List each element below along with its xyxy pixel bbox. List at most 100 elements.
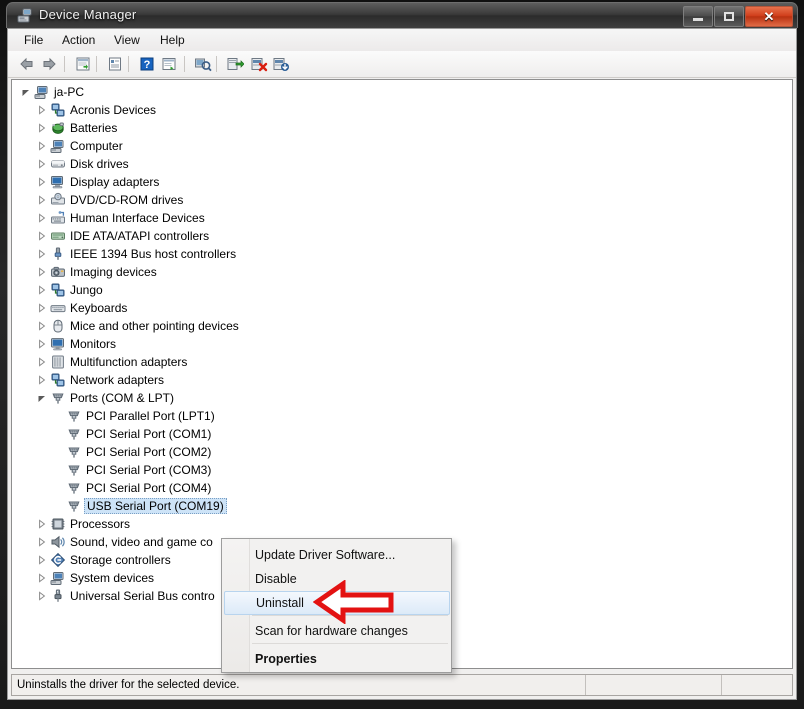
- tree-row[interactable]: Keyboards: [36, 299, 127, 317]
- menu-action[interactable]: Action: [56, 32, 101, 48]
- update-driver-button[interactable]: [158, 54, 180, 74]
- tree-row[interactable]: Storage controllers: [36, 551, 171, 569]
- mouse-icon: [50, 318, 66, 334]
- tree-row[interactable]: Disk drives: [36, 155, 129, 173]
- computer-icon: [34, 86, 48, 99]
- collapse-toggle-icon[interactable]: [36, 587, 48, 605]
- tree-row[interactable]: Imaging devices: [36, 263, 157, 281]
- collapse-toggle-icon[interactable]: [36, 137, 48, 155]
- expand-toggle-icon[interactable]: [36, 389, 48, 407]
- collapse-toggle-icon[interactable]: [36, 533, 48, 551]
- tree-row[interactable]: PCI Serial Port (COM1): [52, 425, 211, 443]
- context-menu-item[interactable]: Properties: [224, 647, 450, 671]
- network-icon: [51, 373, 65, 387]
- port-icon: [66, 426, 82, 442]
- collapse-toggle-icon[interactable]: [36, 569, 48, 587]
- update-driver-icon: [162, 58, 176, 71]
- network-icon: [50, 102, 66, 118]
- sound-icon: [51, 535, 65, 549]
- tree-row[interactable]: Jungo: [36, 281, 103, 299]
- tree-row[interactable]: Computer: [36, 137, 123, 155]
- tree-row[interactable]: Batteries: [36, 119, 117, 137]
- disk-icon: [51, 160, 65, 168]
- disable-device-button[interactable]: [248, 54, 270, 74]
- collapse-toggle-icon[interactable]: [36, 101, 48, 119]
- tree-row[interactable]: Acronis Devices: [36, 101, 156, 119]
- tree-row[interactable]: PCI Serial Port (COM3): [52, 461, 211, 479]
- collapse-toggle-icon[interactable]: [36, 317, 48, 335]
- battery-icon: [52, 122, 64, 134]
- collapse-toggle-icon[interactable]: [36, 335, 48, 353]
- collapse-toggle-icon[interactable]: [36, 371, 48, 389]
- tree-row-label: Acronis Devices: [70, 103, 157, 117]
- context-menu-item[interactable]: Update Driver Software...: [224, 543, 450, 567]
- window-title: Device Manager: [39, 7, 137, 22]
- collapse-toggle-icon[interactable]: [36, 245, 48, 263]
- tree-row-label: ja-PC: [54, 85, 85, 99]
- collapse-toggle-icon[interactable]: [36, 155, 48, 173]
- port-icon: [68, 429, 80, 440]
- update-driver-software-button[interactable]: [224, 54, 246, 74]
- usb-icon: [54, 589, 62, 602]
- collapse-toggle-icon[interactable]: [36, 263, 48, 281]
- scan-for-hardware-changes-button[interactable]: [192, 54, 214, 74]
- maximize-button[interactable]: [714, 6, 744, 27]
- tree-row[interactable]: USB Serial Port (COM19): [52, 497, 227, 515]
- tree-row[interactable]: Monitors: [36, 335, 116, 353]
- tree-row[interactable]: Universal Serial Bus contro: [36, 587, 215, 605]
- menu-file[interactable]: File: [18, 32, 49, 48]
- tree-row-root[interactable]: ja-PC: [20, 83, 84, 101]
- menu-help[interactable]: Help: [154, 32, 191, 48]
- tree-row[interactable]: DVD/CD-ROM drives: [36, 191, 183, 209]
- forward-button[interactable]: [38, 54, 60, 74]
- tree-row[interactable]: Network adapters: [36, 371, 164, 389]
- properties-button[interactable]: [104, 54, 126, 74]
- menu-view[interactable]: View: [108, 32, 146, 48]
- maximize-icon: [724, 12, 734, 21]
- tree-row[interactable]: Sound, video and game co: [36, 533, 213, 551]
- tree-row[interactable]: Display adapters: [36, 173, 159, 191]
- show-hidden-devices-button[interactable]: [72, 54, 94, 74]
- collapse-toggle-icon[interactable]: [36, 281, 48, 299]
- storage-icon: [50, 552, 66, 568]
- tree-row-label: USB Serial Port (COM19): [84, 498, 227, 514]
- tree-row-label: Batteries: [70, 121, 118, 135]
- computer-icon: [50, 140, 64, 153]
- collapse-toggle-icon[interactable]: [36, 551, 48, 569]
- enable-device-button[interactable]: [270, 54, 292, 74]
- tree-row[interactable]: IEEE 1394 Bus host controllers: [36, 245, 236, 263]
- window-client-area: File Action View Help ? ja-PC Acronis De…: [7, 28, 797, 700]
- keyboard-icon: [50, 305, 66, 313]
- collapse-toggle-icon[interactable]: [36, 191, 48, 209]
- tree-row[interactable]: System devices: [36, 569, 154, 587]
- tree-row[interactable]: Ports (COM & LPT): [36, 389, 174, 407]
- help-button[interactable]: ?: [136, 54, 158, 74]
- close-button[interactable]: ✕: [745, 6, 793, 27]
- collapse-toggle-icon[interactable]: [36, 119, 48, 137]
- collapse-toggle-icon[interactable]: [36, 173, 48, 191]
- tree-row-label: Ports (COM & LPT): [70, 391, 175, 405]
- menu-bar: File Action View Help: [8, 29, 796, 52]
- tree-row[interactable]: IDE ATA/ATAPI controllers: [36, 227, 209, 245]
- tree-row-label: Network adapters: [70, 373, 165, 387]
- tree-row[interactable]: Processors: [36, 515, 130, 533]
- tree-row-label: Monitors: [70, 337, 117, 351]
- tree-row[interactable]: Mice and other pointing devices: [36, 317, 239, 335]
- tree-row[interactable]: Multifunction adapters: [36, 353, 187, 371]
- tree-row[interactable]: PCI Serial Port (COM4): [52, 479, 211, 497]
- tree-row[interactable]: PCI Serial Port (COM2): [52, 443, 211, 461]
- tree-row[interactable]: PCI Parallel Port (LPT1): [52, 407, 215, 425]
- collapse-toggle-icon[interactable]: [36, 353, 48, 371]
- collapse-toggle-icon[interactable]: [36, 227, 48, 245]
- back-button[interactable]: [16, 54, 38, 74]
- expand-toggle-icon[interactable]: [20, 83, 32, 101]
- collapse-toggle-icon[interactable]: [36, 299, 48, 317]
- minimize-button[interactable]: [683, 6, 713, 27]
- tree-row[interactable]: Human Interface Devices: [36, 209, 205, 227]
- collapse-toggle-icon[interactable]: [36, 209, 48, 227]
- status-text: Uninstalls the driver for the selected d…: [17, 679, 240, 691]
- collapse-toggle-icon[interactable]: [36, 515, 48, 533]
